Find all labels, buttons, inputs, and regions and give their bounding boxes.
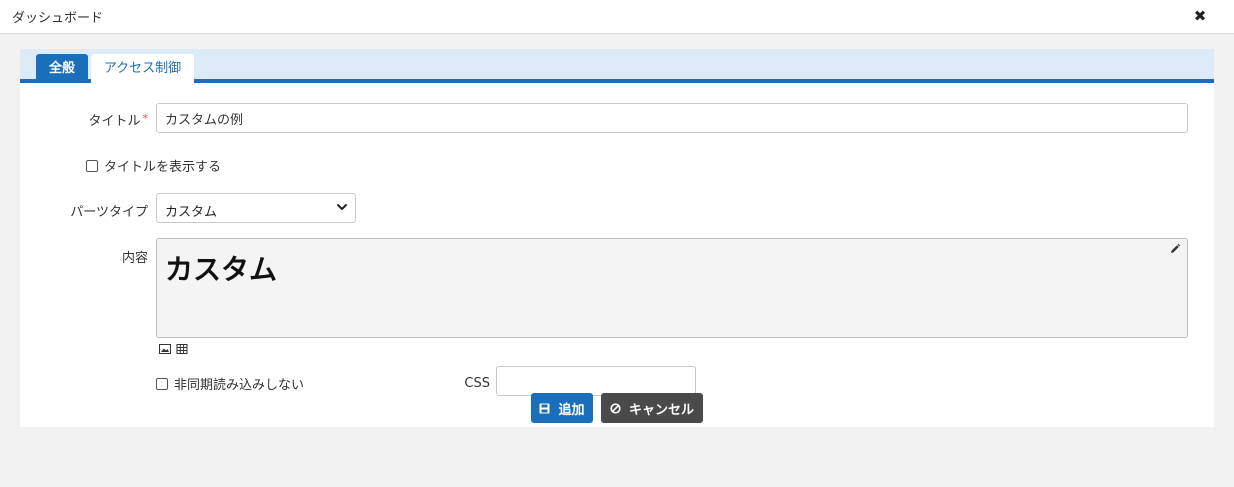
title-label-text: タイトル bbox=[88, 114, 141, 129]
tab-general[interactable]: 全般 bbox=[36, 54, 88, 83]
required-mark: * bbox=[142, 112, 149, 125]
part-type-value: カスタム bbox=[165, 205, 218, 220]
table-icon[interactable] bbox=[176, 344, 188, 354]
dialog-titlebar: ダッシュボード ✖ bbox=[0, 0, 1234, 34]
cancel-button[interactable]: キャンセル bbox=[601, 393, 703, 423]
cancel-button-label: キャンセル bbox=[628, 402, 694, 418]
cancel-icon bbox=[610, 402, 621, 414]
add-button-label: 追加 bbox=[558, 402, 585, 418]
async-label: 非同期読み込みしない bbox=[174, 378, 305, 393]
image-icon[interactable] bbox=[159, 344, 171, 354]
tab-bar: 全般 アクセス制御 bbox=[20, 49, 1214, 83]
async-checkbox-box[interactable] bbox=[156, 377, 168, 390]
pencil-icon[interactable] bbox=[1169, 243, 1181, 255]
dialog-panel: 全般 アクセス制御 タイトル* タイトルを表示する パーツタイプ カスタム 内容… bbox=[20, 49, 1214, 427]
show-title-label: タイトルを表示する bbox=[104, 160, 222, 175]
add-button[interactable]: 追加 bbox=[531, 393, 593, 423]
show-title-checkbox-box[interactable] bbox=[86, 159, 98, 172]
save-icon bbox=[539, 403, 550, 413]
title-input[interactable] bbox=[156, 103, 1188, 133]
content-heading: カスタム bbox=[165, 253, 278, 286]
dialog-title: ダッシュボード bbox=[12, 11, 104, 26]
css-label: CSS bbox=[464, 376, 490, 391]
css-input[interactable] bbox=[496, 366, 696, 396]
title-label: タイトル * bbox=[60, 110, 148, 129]
part-type-label: パーツタイプ bbox=[70, 205, 148, 220]
close-icon[interactable]: ✖ bbox=[1192, 8, 1208, 24]
show-title-checkbox[interactable]: タイトルを表示する bbox=[86, 156, 221, 175]
async-checkbox[interactable]: 非同期読み込みしない bbox=[156, 374, 304, 393]
content-editor[interactable]: カスタム bbox=[156, 238, 1188, 338]
content-label: 内容 bbox=[121, 251, 148, 266]
tab-access-control[interactable]: アクセス制御 bbox=[91, 54, 194, 83]
part-type-select[interactable]: カスタム bbox=[156, 193, 356, 223]
chevron-down-icon bbox=[337, 204, 347, 210]
